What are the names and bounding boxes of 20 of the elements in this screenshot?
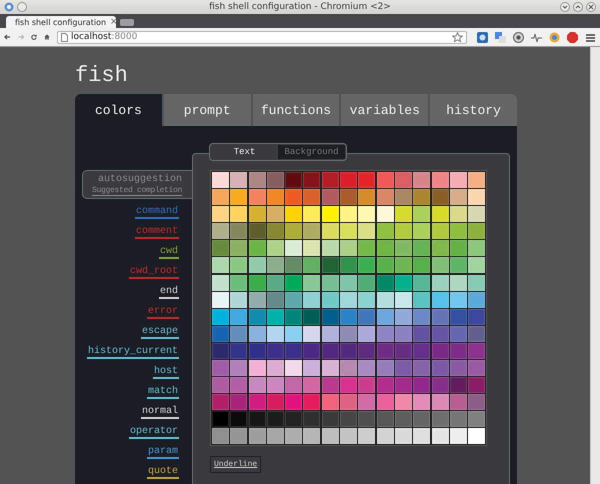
mode-toggle-button[interactable]: Background [278, 145, 345, 159]
color-target-item[interactable]: history_current [86, 346, 179, 359]
tab[interactable]: history [430, 94, 517, 126]
color-target-item[interactable]: quote [146, 466, 179, 479]
page-heading: fish [75, 62, 129, 90]
tab[interactable]: variables [341, 94, 428, 126]
color-target-item[interactable]: param [146, 446, 179, 459]
color-target-item[interactable]: operator [128, 426, 179, 439]
color-target-item[interactable]: host [152, 366, 179, 379]
tab[interactable]: prompt [164, 94, 251, 126]
color-target-item[interactable]: escape [140, 326, 179, 339]
color-target-item[interactable]: end [158, 286, 179, 299]
color-target-item[interactable]: match [146, 386, 179, 399]
address-field[interactable]: localhost:8000 [57, 30, 467, 44]
tab[interactable]: colors [75, 94, 162, 126]
color-target-item[interactable]: normal [140, 406, 179, 419]
window-title: fish shell configuration - Chromium <2> [208, 2, 392, 12]
tab[interactable]: functions [252, 94, 340, 126]
color-target-item[interactable]: cwd [158, 246, 179, 259]
underline-button[interactable]: Underline [210, 456, 262, 474]
